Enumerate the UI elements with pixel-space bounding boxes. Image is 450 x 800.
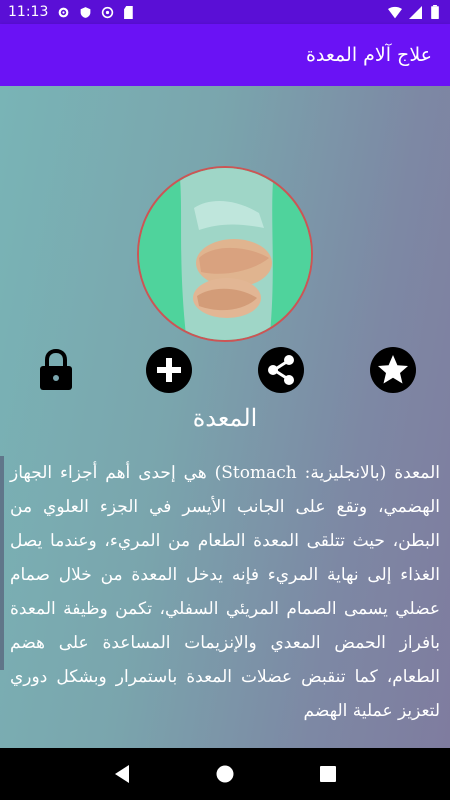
article-screen[interactable]: المعدة المعدة (بالانجليزية: Stomach) هي … — [0, 86, 450, 748]
stomach-image — [137, 166, 313, 342]
home-icon — [216, 765, 234, 783]
signal-icon — [408, 5, 422, 19]
wifi-icon — [388, 5, 402, 19]
navigation-bar — [0, 748, 450, 800]
sdcard-icon — [122, 5, 136, 19]
home-button[interactable] — [210, 759, 240, 789]
app-title: علاج آلام المعدة — [305, 44, 432, 66]
add-circle-icon — [146, 347, 192, 393]
action-bar — [0, 346, 450, 398]
article-title: المعدة — [192, 404, 258, 432]
add-button[interactable] — [145, 346, 193, 394]
recents-icon — [320, 766, 337, 782]
status-bar: 11:13 — [0, 0, 450, 24]
back-icon — [114, 765, 129, 783]
star-icon — [370, 347, 416, 393]
lock-icon — [40, 348, 72, 390]
back-button[interactable] — [107, 759, 137, 789]
app-bar: علاج آلام المعدة — [0, 24, 450, 86]
battery-icon — [428, 5, 442, 19]
sync-icon — [100, 5, 114, 19]
gear-icon — [56, 5, 70, 19]
article-body: المعدة (بالانجليزية: Stomach) هي إحدى أه… — [10, 463, 440, 721]
share-icon — [258, 347, 304, 393]
lock-button[interactable] — [32, 346, 80, 394]
status-time: 11:13 — [8, 4, 49, 20]
favorite-button[interactable] — [369, 346, 417, 394]
scrollbar[interactable] — [0, 456, 4, 670]
recents-button[interactable] — [313, 759, 343, 789]
share-button[interactable] — [257, 346, 305, 394]
shield-icon — [78, 5, 92, 19]
